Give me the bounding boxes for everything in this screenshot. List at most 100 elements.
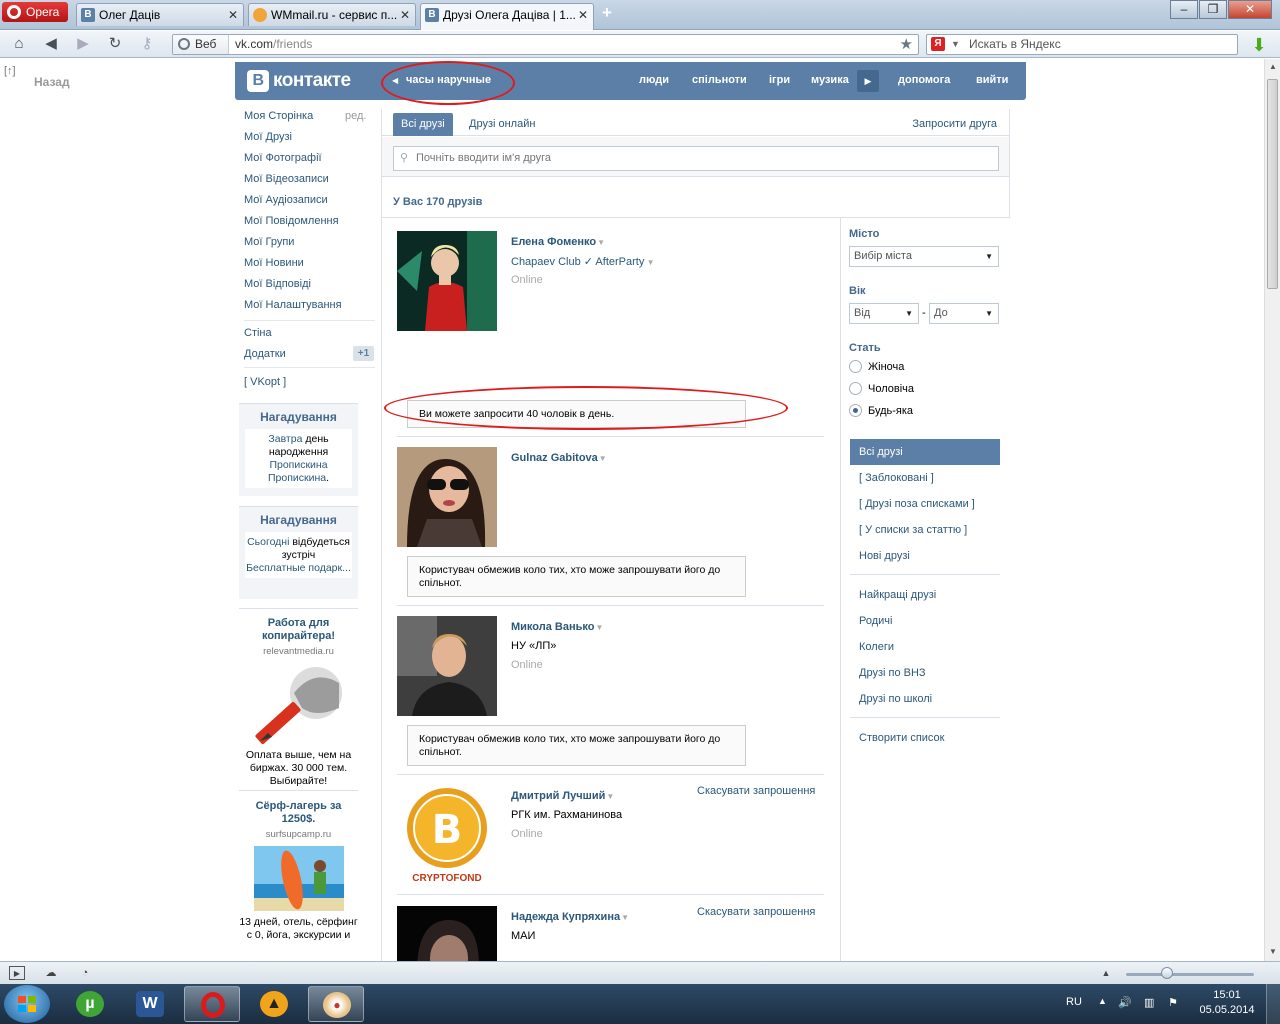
friend-name[interactable]: Елена Фоменко▼ (511, 236, 605, 248)
chevron-down-icon[interactable]: ▼ (951, 35, 960, 54)
new-tab-plus-icon[interactable]: + (598, 4, 616, 23)
menu-wall[interactable]: Стiна (244, 327, 272, 339)
zoom-slider[interactable] (1126, 973, 1254, 976)
list-relatives[interactable]: Родичi (850, 608, 1000, 634)
menu-my-audio[interactable]: Мої Аудiозаписи (244, 194, 328, 206)
back-link[interactable]: [↑] Назад (4, 65, 70, 89)
ad-block[interactable]: Сёрф-лагерь за 1250$. surfsupcamp.ru 13 … (239, 800, 358, 942)
zoom-slider-thumb[interactable] (1161, 967, 1173, 979)
chevron-down-icon[interactable]: ▼ (621, 913, 629, 922)
avatar[interactable] (397, 906, 497, 961)
age-to-select[interactable]: До ▼ (929, 303, 999, 324)
scroll-up-icon[interactable]: ▲ (1265, 62, 1280, 71)
download-icon[interactable]: ⬇ (1249, 35, 1269, 55)
back-arrow-icon[interactable]: ◀ (40, 34, 62, 54)
gender-female-radio[interactable]: Жiноча (849, 360, 904, 373)
key-icon[interactable]: ⚷ (136, 34, 158, 54)
friend-search-input[interactable]: ⚲ Почнiть вводити iм'я друга (393, 146, 999, 171)
home-icon[interactable]: ⌂ (8, 34, 30, 54)
tab-oleg[interactable]: В Олег Дацiв ✕ (76, 3, 244, 26)
window-close-button[interactable]: ✕ (1228, 0, 1272, 19)
menu-my-settings[interactable]: Мої Налаштування (244, 299, 342, 311)
chevron-down-icon[interactable]: ▼ (606, 792, 614, 801)
list-all-friends[interactable]: Всi друзi (850, 439, 1000, 465)
list-by-gender[interactable]: [ У списки за статтю ] (850, 517, 1000, 543)
minimize-button[interactable]: – (1170, 0, 1198, 19)
tab-friends-online[interactable]: Друзi онлайн (469, 113, 535, 136)
menu-my-groups[interactable]: Мої Групи (244, 236, 294, 248)
reminder-event-link[interactable]: Бесплатные подарк... (246, 562, 351, 574)
ad-title[interactable]: Работа для копирайтера! (239, 617, 358, 643)
vertical-scrollbar[interactable]: ▲ ▼ (1264, 59, 1280, 961)
tray-expand-icon[interactable]: ▲ (1098, 996, 1107, 1006)
list-university[interactable]: Друзi по ВНЗ (850, 660, 1000, 686)
avatar[interactable]: B CRYPTOFOND (397, 785, 497, 885)
panel-toggle-icon[interactable]: ▶ (9, 966, 25, 980)
tab-friends[interactable]: В Друзi Олега Дацiва | 1... ✕ (420, 3, 594, 30)
menu-apps[interactable]: Додатки (244, 348, 286, 360)
menu-vkopt[interactable]: [ VKopt ] (244, 376, 286, 388)
list-new-friends[interactable]: Новi друзi (850, 543, 1000, 569)
surfboard-photo[interactable] (253, 846, 344, 911)
paint-icon[interactable]: ● (308, 986, 364, 1022)
create-list-link[interactable]: Створити список (850, 725, 1000, 751)
avatar[interactable] (397, 616, 497, 716)
gender-male-radio[interactable]: Чоловiча (849, 382, 914, 395)
menu-my-photos[interactable]: Мої Фотографiї (244, 152, 322, 164)
close-icon[interactable]: ✕ (578, 4, 588, 26)
scroll-down-icon[interactable]: ▼ (1265, 947, 1280, 956)
menu-my-page[interactable]: Моя Сторiнка (244, 110, 313, 122)
friend-name[interactable]: Дмитрий Лучший▼ (511, 790, 614, 802)
invite-friend-link[interactable]: Запросити друга (912, 113, 997, 136)
menu-my-videos[interactable]: Мої Вiдеозаписи (244, 173, 329, 185)
friend-name[interactable]: Gulnaz Gabitova▼ (511, 452, 607, 464)
windows-start[interactable] (4, 985, 50, 1023)
scrollbar-thumb[interactable] (1267, 79, 1278, 289)
search-input[interactable]: Я ▼ Искать в Яндекс (926, 34, 1238, 55)
edit-link[interactable]: ред. (345, 110, 366, 122)
utorrent-icon[interactable]: µ (62, 986, 118, 1022)
cancel-invite-link[interactable]: Скасувати запрошення (697, 906, 815, 918)
address-field[interactable]: Веб vk.com/friends ★ (172, 34, 919, 55)
nav-help[interactable]: допомога (898, 74, 950, 86)
show-desktop-button[interactable] (1266, 984, 1280, 1024)
network-icon[interactable]: ▥ (1144, 996, 1154, 1009)
nav-communities[interactable]: спiльноти (692, 74, 747, 86)
chevron-down-icon[interactable]: ▼ (595, 623, 603, 632)
nav-people[interactable]: люди (639, 74, 669, 86)
pencil-hand-icon[interactable] (254, 663, 344, 745)
play-icon[interactable]: ▶ (857, 70, 879, 92)
site-info-button[interactable]: Веб (173, 35, 229, 54)
friend-subtitle[interactable]: Chapaev Club ✓ AfterParty ▼ (511, 255, 654, 268)
chevron-down-icon[interactable]: ▼ (644, 258, 655, 267)
word-icon[interactable]: W (122, 986, 178, 1022)
list-blocked[interactable]: [ Заблокованi ] (850, 465, 1000, 491)
bookmark-star-icon[interactable]: ★ (900, 35, 913, 54)
gender-any-radio[interactable]: Будь-яка (849, 404, 913, 417)
ad-block[interactable]: Работа для копирайтера! relevantmedia.ru… (239, 617, 358, 788)
chevron-down-icon[interactable]: ▼ (599, 454, 607, 463)
menu-my-messages[interactable]: Мої Повiдомлення (244, 215, 339, 227)
close-icon[interactable]: ✕ (400, 4, 410, 26)
system-clock[interactable]: 15:01 05.05.2014 (1196, 988, 1258, 1018)
forward-arrow-icon[interactable]: ▶ (72, 34, 94, 54)
zoom-options-icon[interactable]: ▲ (1098, 966, 1114, 980)
friend-name[interactable]: Надежда Купряхина▼ (511, 911, 629, 923)
volume-icon[interactable]: 🔊 (1118, 996, 1132, 1009)
opera-menu-button[interactable]: Opera (2, 2, 68, 22)
ad-title[interactable]: Сёрф-лагерь за 1250$. (239, 800, 358, 826)
reminder-link[interactable]: Завтра (268, 433, 302, 445)
nav-logout[interactable]: вийти (976, 74, 1008, 86)
cloud-icon[interactable]: ☁ (43, 966, 59, 980)
tab-wmmail[interactable]: WMmail.ru - сервис п... ✕ (248, 3, 416, 26)
avatar[interactable] (397, 447, 497, 547)
list-best-friends[interactable]: Найкращi друзi (850, 582, 1000, 608)
vk-logo[interactable]: В контакте (247, 69, 351, 93)
list-school[interactable]: Друзi по школi (850, 686, 1000, 712)
list-unlisted[interactable]: [ Друзi поза списками ] (850, 491, 1000, 517)
action-center-icon[interactable]: ⚑ (1168, 996, 1178, 1009)
nav-games[interactable]: iгри (769, 74, 790, 86)
opera-icon[interactable] (184, 986, 240, 1022)
daemon-tools-icon[interactable]: ▲ (246, 986, 302, 1022)
menu-my-friends[interactable]: Мої Друзi (244, 131, 292, 143)
